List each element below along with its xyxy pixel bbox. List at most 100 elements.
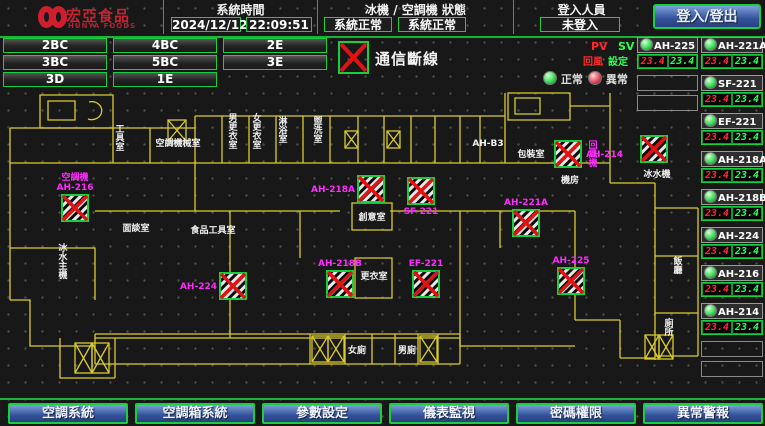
- room-label: AH-B3: [472, 139, 503, 149]
- brand-name-en: HUNYA FOODS: [68, 22, 136, 30]
- floor-button-5bc[interactable]: 5BC: [113, 55, 217, 70]
- equipment-values: 23.423.4: [701, 54, 763, 69]
- device-ah-224[interactable]: AH-224: [180, 273, 246, 299]
- equipment-name-label: AH-225: [654, 41, 695, 52]
- menu-button-6[interactable]: 異常警報: [643, 403, 763, 424]
- equipment-name-label: AH-224: [718, 231, 759, 242]
- status-lamp-icon: [704, 304, 717, 317]
- machine-status-section: 冰機 / 空調機 狀態 系統正常 系統正常: [317, 0, 513, 34]
- sv-row-label: 設定: [608, 53, 628, 68]
- legend-abnormal-label: 異常: [606, 73, 628, 86]
- room-label: 女廁: [348, 344, 366, 356]
- legend-normal: 正常: [543, 71, 583, 87]
- menu-button-1[interactable]: 空調系統: [8, 403, 128, 424]
- empty-equipment-slot: [701, 361, 763, 377]
- equipment-values: 23.423.4: [701, 282, 763, 297]
- equipment-item-ah-225[interactable]: AH-225: [637, 37, 698, 53]
- room-label: 創意室: [357, 211, 385, 223]
- equipment-name-label: AH-214: [718, 307, 759, 318]
- room-label: 更衣室: [360, 270, 387, 282]
- device-tag-label: AH-221A: [504, 198, 548, 208]
- device-tag-label: SF-221: [404, 207, 439, 217]
- equipment-item-ah-221a[interactable]: AH-221A: [701, 37, 763, 53]
- shaft-x-icon: [328, 336, 344, 362]
- floor-button-4bc[interactable]: 4BC: [113, 38, 217, 53]
- device-sf-221[interactable]: SF-221: [404, 178, 439, 217]
- device-ah-221a[interactable]: AH-221A: [504, 198, 548, 236]
- room-label: 食品工具室: [189, 224, 235, 236]
- equipment-item-sf-221[interactable]: SF-221: [701, 75, 763, 91]
- pv-header: PV: [591, 40, 608, 53]
- room-label: 盥洗室: [313, 115, 322, 145]
- status-lamp-icon: [704, 152, 717, 165]
- login-section: 登入人員 未登入: [513, 0, 649, 34]
- login-logout-button[interactable]: 登入/登出: [653, 4, 761, 29]
- equipment-item-ef-221[interactable]: EF-221: [701, 113, 763, 129]
- wall-line: [515, 98, 540, 114]
- device-tag-label: AH-225: [552, 256, 589, 266]
- shaft-x-icon: [75, 343, 92, 373]
- room-label: 男更衣室: [228, 113, 238, 151]
- comm-alarm: 通信斷線: [337, 40, 537, 76]
- status-lamp-icon: [704, 76, 717, 89]
- equipment-item-ah-224[interactable]: AH-224: [701, 227, 763, 243]
- sv-value: 23.4: [732, 245, 762, 258]
- abnormal-lamp-icon: [588, 71, 602, 85]
- wall-line: [10, 248, 95, 300]
- floor-button-3bc[interactable]: 3BC: [3, 55, 107, 70]
- room-label: 面談室: [122, 222, 149, 234]
- menu-button-5[interactable]: 密碼權限: [516, 403, 636, 424]
- system-time-section: 系統時間 2024/12/12 22:09:51: [163, 0, 317, 34]
- floor-button-3d[interactable]: 3D: [3, 72, 107, 87]
- device-ah-225[interactable]: AH-225: [552, 256, 589, 294]
- equipment-item-ah-216[interactable]: AH-216: [701, 265, 763, 281]
- device-tag-label: AH-216: [56, 183, 93, 193]
- pv-value: 23.4: [702, 207, 732, 220]
- status-lamp-icon: [704, 38, 717, 51]
- floor-button-1e[interactable]: 1E: [113, 72, 217, 87]
- equipment-item-ah-218a[interactable]: AH-218A: [701, 151, 763, 167]
- device-tag-label: AH-218A: [311, 185, 355, 195]
- chiller-status-value: 系統正常: [324, 17, 392, 32]
- floor-button-3e[interactable]: 3E: [223, 55, 327, 70]
- room-label: 冰水機: [643, 168, 670, 180]
- shaft-x-icon: [168, 120, 186, 141]
- menu-button-4[interactable]: 儀表監視: [389, 403, 509, 424]
- machine-status-label: 冰機 / 空調機 狀態: [318, 1, 513, 18]
- device-ah-216[interactable]: 空調機AH-216: [56, 171, 93, 221]
- equipment-name-label: AH-218A: [718, 155, 765, 166]
- device-ef-221[interactable]: EF-221: [409, 259, 444, 297]
- bottom-menu-bar: 空調系統空調箱系統參數設定儀表監視密碼權限異常警報: [0, 398, 765, 426]
- status-lamp-icon: [704, 266, 717, 279]
- room-label: 男廁: [398, 344, 416, 356]
- equipment-name-label: EF-221: [718, 117, 756, 128]
- status-lamp-icon: [704, 228, 717, 241]
- pv-value: 23.4: [702, 55, 732, 68]
- sv-value: 23.4: [732, 283, 762, 296]
- device-tag-label: AH-224: [180, 282, 217, 292]
- room-label: 飯廳: [672, 255, 682, 276]
- menu-button-2[interactable]: 空調箱系統: [135, 403, 255, 424]
- logo-ring-icon: [50, 6, 67, 28]
- wall-line: [60, 338, 115, 378]
- room-label: 包裝室: [516, 148, 544, 160]
- room-label: 淋浴室: [278, 115, 288, 145]
- equipment-values: 23.423.4: [701, 168, 763, 183]
- comm-alarm-label: 通信斷線: [375, 48, 439, 69]
- floor-button-2bc[interactable]: 2BC: [3, 38, 107, 53]
- equipment-item-ah-214[interactable]: AH-214: [701, 303, 763, 319]
- shaft-x-icon: [645, 335, 659, 359]
- floor-button-2e[interactable]: 2E: [223, 38, 327, 53]
- room-label: 廁所: [664, 317, 673, 338]
- device-ah-218a[interactable]: AH-218A: [311, 176, 384, 202]
- company-logo: 宏亞食品 HUNYA FOODS: [4, 2, 162, 34]
- equipment-item-ah-218b[interactable]: AH-218B: [701, 189, 763, 205]
- room-label: 冰水主機: [58, 242, 68, 281]
- system-date-value: 2024/12/12: [171, 17, 241, 32]
- menu-button-3[interactable]: 參數設定: [262, 403, 382, 424]
- top-bar: 宏亞食品 HUNYA FOODS 系統時間 2024/12/12 22:09:5…: [0, 0, 765, 38]
- normal-lamp-icon: [543, 71, 557, 85]
- equipment-name-label: AH-216: [718, 269, 759, 280]
- room-label: 空調機械室: [155, 137, 200, 149]
- room-label: 工具室: [114, 124, 124, 153]
